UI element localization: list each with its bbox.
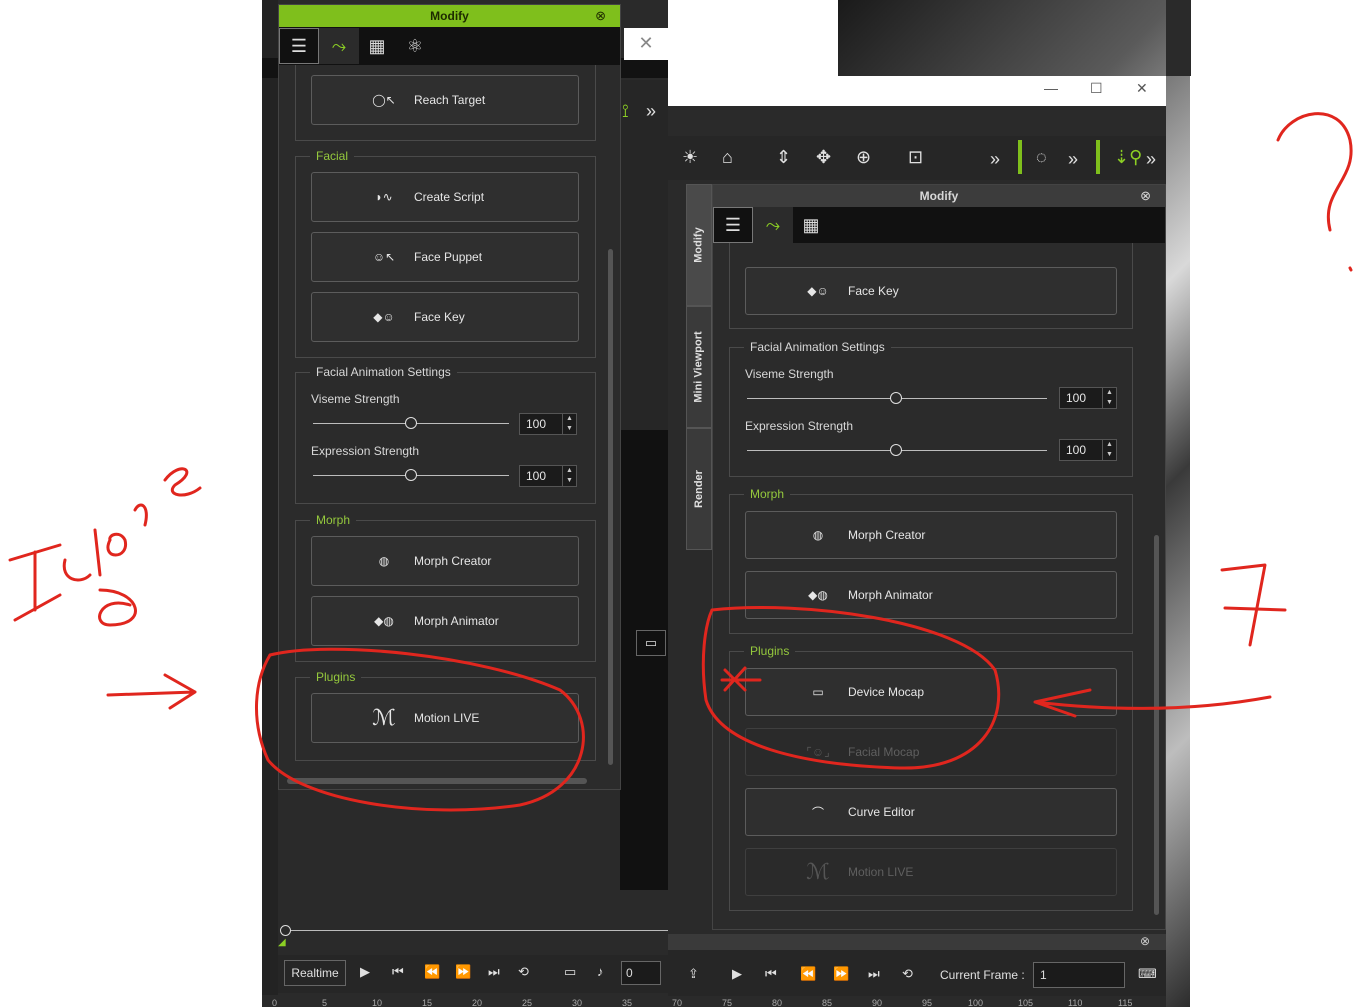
left-arrow-annotation: [106, 673, 197, 710]
iclone-text-annotation: [8, 467, 202, 627]
right-arrow-annotation: [1033, 688, 1272, 718]
seven-annotation: [1220, 563, 1287, 647]
asterisk-annotation: [720, 666, 762, 692]
right-circle-annotation: [701, 606, 1001, 770]
left-circle-annotation: [254, 647, 585, 812]
annotation-layer: [8, 112, 1353, 812]
question-annotation: [1276, 112, 1353, 272]
